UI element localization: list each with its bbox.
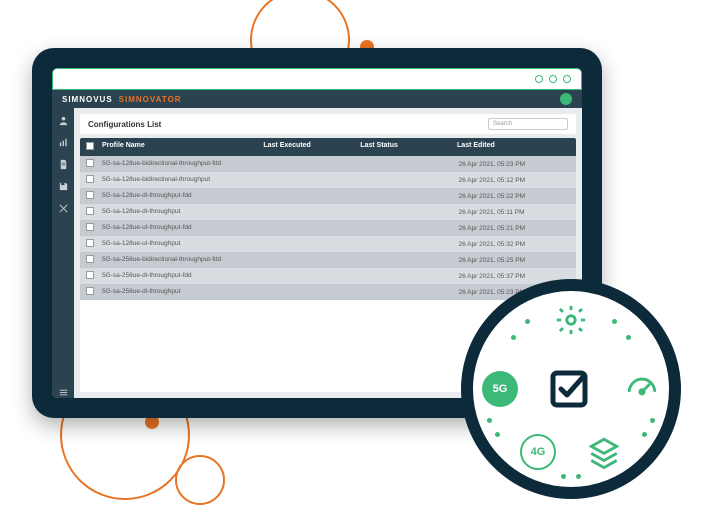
- decorative-circle: [175, 455, 225, 505]
- gear-icon: [550, 299, 592, 341]
- row-checkbox[interactable]: [86, 287, 94, 295]
- column-edited: Last Edited: [457, 142, 570, 152]
- list-header: Configurations List Search: [80, 114, 576, 134]
- decorative-dot: [511, 335, 516, 340]
- 4g-badge-icon: 4G: [517, 431, 559, 473]
- 5g-badge-icon: 5G: [479, 368, 521, 410]
- search-input[interactable]: Search: [488, 118, 568, 130]
- sidebar: [52, 108, 74, 398]
- decorative-dot: [650, 418, 655, 423]
- decorative-dot: [561, 474, 566, 479]
- row-checkbox[interactable]: [86, 223, 94, 231]
- row-checkbox[interactable]: [86, 175, 94, 183]
- save-icon[interactable]: [57, 180, 69, 192]
- decorative-dot: [487, 418, 492, 423]
- table-row[interactable]: 5G-sa-128ue-ul-throughput 26 Apr 2021, 05…: [80, 236, 576, 252]
- cell-profile-name: 5G-sa-128ue-bidirectional-throughput-fdd: [102, 160, 267, 168]
- settings-icon[interactable]: [57, 386, 69, 398]
- column-status: Last Status: [360, 142, 457, 152]
- table-row[interactable]: 5G-sa-128ue-dl-throughput 26 Apr 2021, 05…: [80, 204, 576, 220]
- cell-last-edited: 26 Apr 2021, 05:25 PM: [459, 257, 571, 264]
- table-row[interactable]: 5G-sa-128ue-ul-throughput-fdd 26 Apr 2021…: [80, 220, 576, 236]
- cell-last-edited: 26 Apr 2021, 05:21 PM: [459, 225, 571, 232]
- decorative-dot: [612, 319, 617, 324]
- chart-icon[interactable]: [57, 136, 69, 148]
- table-row[interactable]: 5G-sa-256ue-bidirectional-throughput-fdd…: [80, 252, 576, 268]
- row-checkbox[interactable]: [86, 207, 94, 215]
- cell-last-edited: 26 Apr 2021, 05:37 PM: [459, 273, 571, 280]
- user-icon[interactable]: [57, 114, 69, 126]
- table-row[interactable]: 5G-sa-128ue-bidirectional-throughput-fdd…: [80, 156, 576, 172]
- row-checkbox[interactable]: [86, 255, 94, 263]
- table-row[interactable]: 5G-sa-256ue-dl-throughput-fdd 26 Apr 2021…: [80, 268, 576, 284]
- decorative-dot: [626, 335, 631, 340]
- window-control-dot[interactable]: [563, 75, 571, 83]
- brand-secondary: SIMNOVATOR: [119, 95, 182, 104]
- row-checkbox[interactable]: [86, 239, 94, 247]
- cell-profile-name: 5G-sa-256ue-bidirectional-throughput-fdd: [102, 256, 267, 264]
- cell-profile-name: 5G-sa-128ue-dl-throughput: [102, 208, 267, 216]
- table-row[interactable]: 5G-sa-128ue-bidirectional-throughput 26 A…: [80, 172, 576, 188]
- cell-last-edited: 26 Apr 2021, 05:23 PM: [459, 161, 571, 168]
- cell-last-edited: 26 Apr 2021, 05:32 PM: [459, 241, 571, 248]
- cell-profile-name: 5G-sa-128ue-ul-throughput: [102, 240, 267, 248]
- column-profile: Profile Name: [102, 142, 263, 152]
- table-row[interactable]: 5G-sa-256ue-dl-throughput26 Apr 2021, 05…: [80, 284, 576, 300]
- cell-last-edited: 26 Apr 2021, 05:12 PM: [459, 177, 571, 184]
- decorative-dot: [495, 432, 500, 437]
- checkmark-icon: [547, 363, 595, 416]
- tools-icon[interactable]: [57, 202, 69, 214]
- gauge-icon: [621, 368, 663, 410]
- column-executed: Last Executed: [263, 142, 360, 152]
- cell-last-edited: 26 Apr 2021, 05:11 PM: [459, 209, 571, 216]
- window-chrome: [52, 68, 582, 90]
- document-icon[interactable]: [57, 158, 69, 170]
- cell-profile-name: 5G-sa-256ue-dl-throughput: [102, 288, 267, 296]
- row-checkbox[interactable]: [86, 191, 94, 199]
- cell-last-edited: 26 Apr 2021, 05:22 PM: [459, 193, 571, 200]
- feature-circle: 5G 4G: [461, 279, 681, 499]
- decorative-dot: [642, 432, 647, 437]
- table-header: Profile Name Last Executed Last Status L…: [80, 138, 576, 156]
- avatar[interactable]: [560, 93, 572, 105]
- layers-icon: [583, 431, 625, 473]
- list-title: Configurations List: [88, 120, 161, 129]
- cell-profile-name: 5G-sa-128ue-bidirectional-throughput: [102, 176, 267, 184]
- cell-profile-name: 5G-sa-256ue-dl-throughput-fdd: [102, 272, 267, 280]
- decorative-dot: [576, 474, 581, 479]
- select-all-checkbox[interactable]: [86, 142, 94, 150]
- table-row[interactable]: 5G-sa-128ue-dl-throughput-fdd 26 Apr 2021…: [80, 188, 576, 204]
- cell-profile-name: 5G-sa-128ue-dl-throughput-fdd: [102, 192, 267, 200]
- brand-primary: SIMNOVUS: [62, 95, 113, 104]
- decorative-dot: [525, 319, 530, 324]
- row-checkbox[interactable]: [86, 159, 94, 167]
- titlebar: SIMNOVUS SIMNOVATOR: [52, 90, 582, 108]
- window-control-dot[interactable]: [535, 75, 543, 83]
- row-checkbox[interactable]: [86, 271, 94, 279]
- cell-profile-name: 5G-sa-128ue-ul-throughput-fdd: [102, 224, 267, 232]
- window-control-dot[interactable]: [549, 75, 557, 83]
